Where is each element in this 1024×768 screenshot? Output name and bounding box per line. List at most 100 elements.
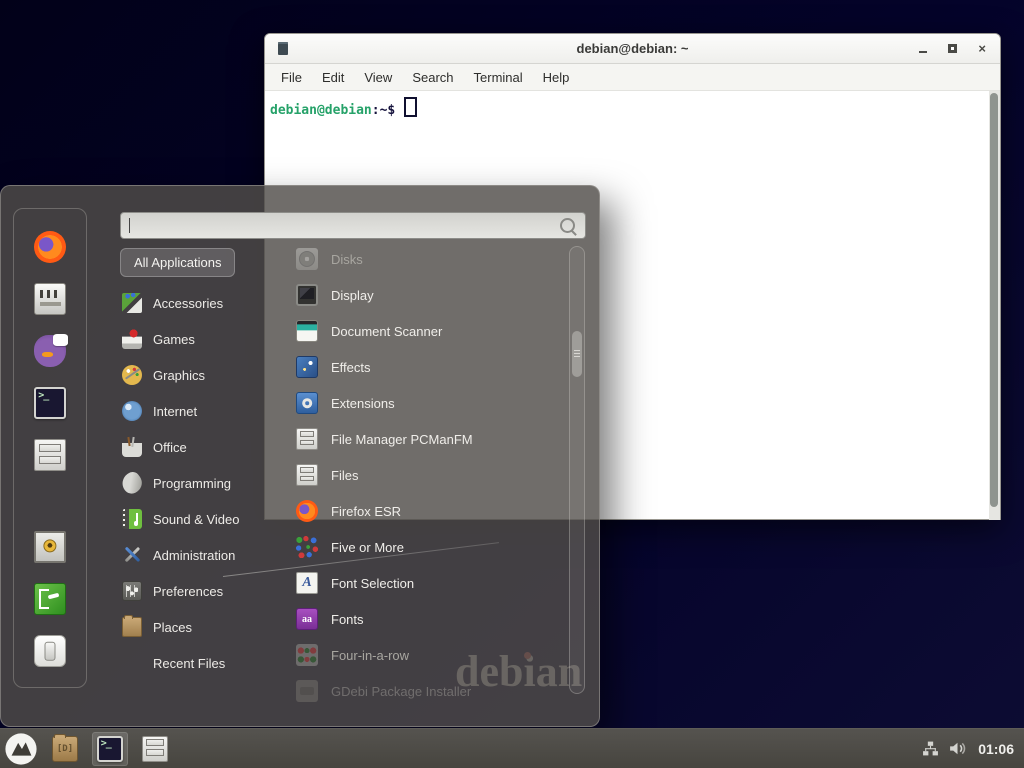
search-input[interactable] [132, 212, 560, 239]
app-label: Document Scanner [331, 324, 442, 339]
volume-icon[interactable] [948, 740, 967, 757]
category-label: Office [153, 440, 187, 455]
terminal-menu-help[interactable]: Help [533, 67, 580, 88]
taskbar: 01:06 [0, 728, 1024, 768]
administration-icon [122, 545, 142, 565]
extensions-icon [296, 392, 318, 414]
session-shutdown-button[interactable] [34, 635, 66, 667]
four-in-a-row-icon [296, 644, 318, 666]
category-games[interactable]: Games [116, 321, 268, 357]
document-scanner-icon [296, 320, 318, 342]
category-label: All Applications [134, 255, 221, 270]
favorite-mixer[interactable] [34, 283, 66, 315]
favorite-file-cabinet[interactable] [34, 439, 66, 471]
applications-scrollbar-thumb[interactable] [572, 331, 582, 377]
effects-icon [296, 356, 318, 378]
terminal-icon [97, 736, 123, 762]
category-recent-files[interactable]: Recent Files [116, 645, 268, 681]
terminal-menu-edit[interactable]: Edit [312, 67, 354, 88]
app-five-or-more[interactable]: Five or More [266, 529, 568, 565]
sound-video-icon [122, 509, 142, 529]
app-label: Four-in-a-row [331, 648, 409, 663]
app-extensions[interactable]: Extensions [266, 385, 568, 421]
app-file-manager-pcmanfm[interactable]: File Manager PCManFM [266, 421, 568, 457]
terminal-launcher[interactable] [92, 732, 128, 766]
favorite-terminal[interactable] [34, 387, 66, 419]
app-label: Disks [331, 252, 363, 267]
fonts-icon [296, 608, 318, 630]
close-button[interactable]: × [978, 44, 986, 53]
terminal-titlebar[interactable]: debian@debian: ~ × [265, 34, 1000, 64]
app-label: Files [331, 468, 358, 483]
programming-icon [118, 469, 146, 497]
app-label: File Manager PCManFM [331, 432, 473, 447]
graphics-icon [122, 365, 142, 385]
app-fonts[interactable]: Fonts [266, 601, 568, 637]
category-places[interactable]: Places [116, 609, 268, 645]
session-logout-button[interactable] [34, 583, 66, 615]
app-effects[interactable]: Effects [266, 349, 568, 385]
app-label: Font Selection [331, 576, 414, 591]
terminal-menu-file[interactable]: File [271, 67, 312, 88]
folder-icon [52, 736, 78, 762]
application-menu: All Applications Accessories Games Graphics… [0, 185, 600, 727]
files-launcher[interactable] [137, 732, 173, 766]
five-or-more-icon [296, 536, 318, 558]
favorite-pidgin[interactable] [34, 335, 66, 367]
maximize-button[interactable] [948, 44, 957, 53]
app-display[interactable]: Display [266, 277, 568, 313]
logout-icon [34, 583, 66, 615]
app-label: Display [331, 288, 374, 303]
category-office[interactable]: Office [116, 429, 268, 465]
search-icon [560, 218, 575, 233]
games-icon [122, 329, 142, 349]
app-label: Firefox ESR [331, 504, 401, 519]
text-caret [129, 218, 130, 233]
terminal-scrollbar[interactable] [989, 91, 1000, 520]
category-icon-spacer [122, 653, 142, 673]
app-gdebi-package-installer[interactable]: GDebi Package Installer [266, 673, 568, 703]
category-internet[interactable]: Internet [116, 393, 268, 429]
app-files[interactable]: Files [266, 457, 568, 493]
menu-button[interactable] [4, 732, 38, 766]
terminal-menu-terminal[interactable]: Terminal [464, 67, 533, 88]
category-all-applications[interactable]: All Applications [120, 248, 235, 277]
file-cabinet-icon [296, 464, 318, 486]
category-graphics[interactable]: Graphics [116, 357, 268, 393]
prompt-suffix: :~$ [372, 103, 395, 118]
category-label: Graphics [153, 368, 205, 383]
minimize-button[interactable] [919, 51, 927, 53]
shutdown-icon [34, 635, 66, 667]
session-lock-screen-button[interactable] [34, 531, 66, 563]
app-firefox-esr[interactable]: Firefox ESR [266, 493, 568, 529]
terminal-icon [34, 387, 66, 419]
terminal-window-icon [278, 42, 288, 55]
category-sound-video[interactable]: Sound & Video [116, 501, 268, 537]
category-administration[interactable]: Administration [116, 537, 268, 573]
category-preferences[interactable]: Preferences [116, 573, 268, 609]
terminal-scrollbar-thumb[interactable] [990, 93, 998, 507]
category-programming[interactable]: Programming [116, 465, 268, 501]
terminal-menu-view[interactable]: View [354, 67, 402, 88]
file-cabinet-icon [34, 439, 66, 471]
app-document-scanner[interactable]: Document Scanner [266, 313, 568, 349]
category-accessories[interactable]: Accessories [116, 285, 268, 321]
network-icon[interactable] [922, 740, 939, 757]
clock[interactable]: 01:06 [978, 741, 1014, 757]
desktop: debian debian@debian: ~ × FileEditViewSe… [0, 0, 1024, 768]
app-label: Fonts [331, 612, 364, 627]
terminal-menu-search[interactable]: Search [402, 67, 463, 88]
applications-scrollbar[interactable] [569, 246, 585, 694]
application-list: Disks Display Document Scanner EffectsExten… [266, 241, 568, 703]
display-icon [296, 284, 318, 306]
category-label: Accessories [153, 296, 223, 311]
app-disks[interactable]: Disks [266, 241, 568, 277]
disks-icon [296, 248, 318, 270]
app-font-selection[interactable]: Font Selection [266, 565, 568, 601]
terminal-cursor [404, 97, 417, 117]
file-manager-launcher[interactable] [47, 732, 83, 766]
favorite-firefox[interactable] [34, 231, 66, 263]
prompt-user: debian@debian [270, 103, 372, 118]
app-four-in-a-row[interactable]: Four-in-a-row [266, 637, 568, 673]
search-box[interactable] [120, 212, 586, 239]
